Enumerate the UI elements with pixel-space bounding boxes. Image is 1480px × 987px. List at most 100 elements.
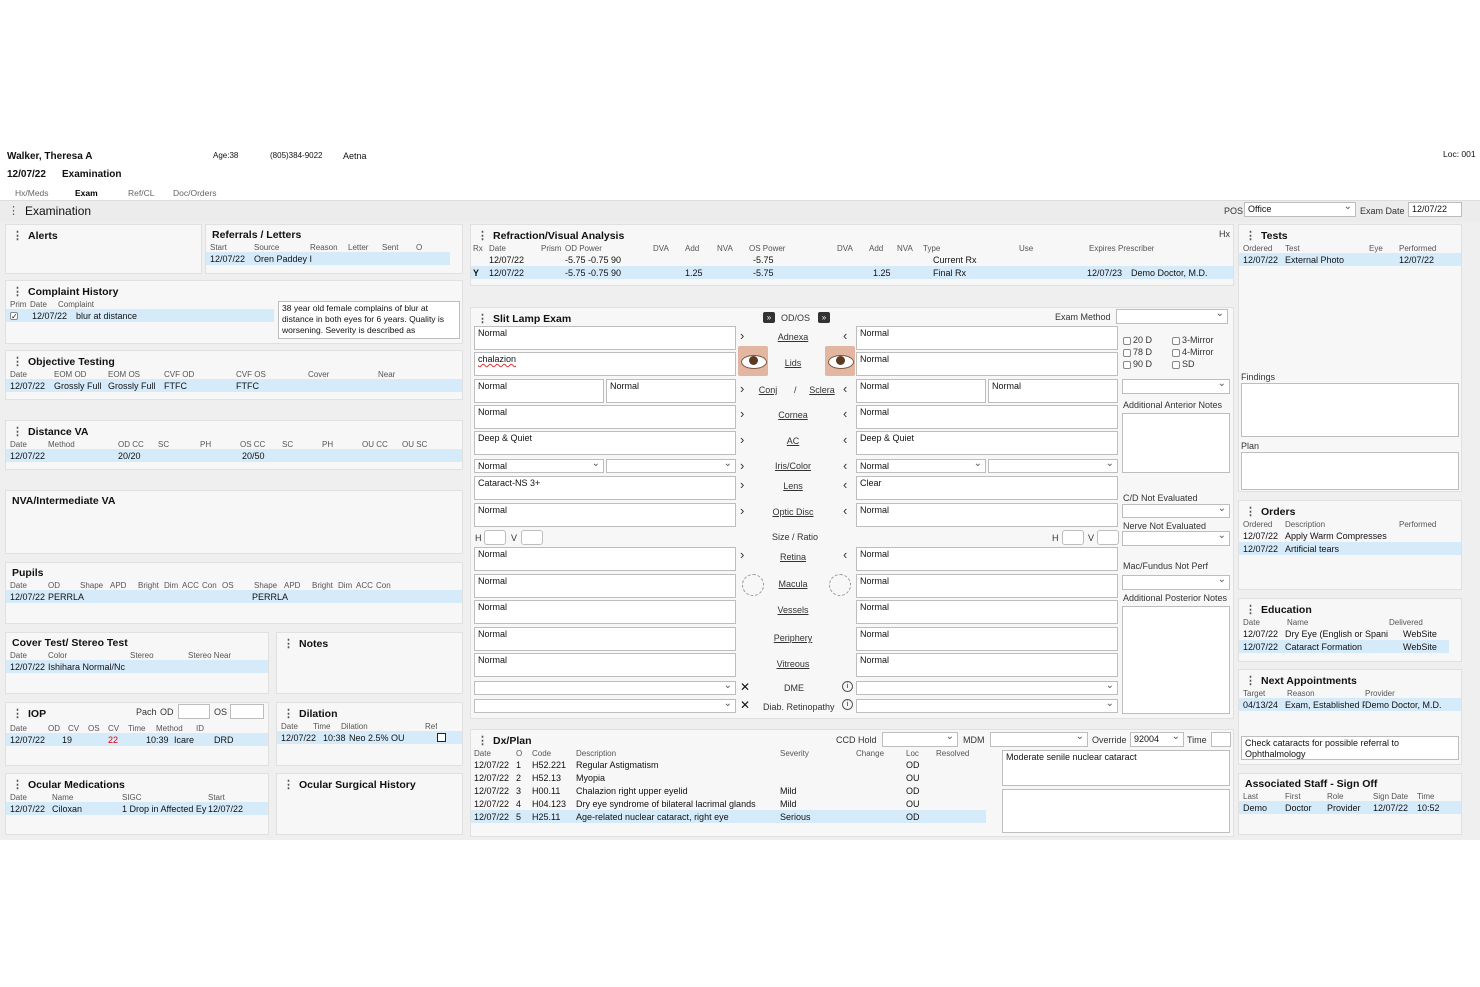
anterior-select[interactable] — [1122, 379, 1230, 394]
mac-select[interactable] — [1122, 575, 1230, 590]
hx-button[interactable]: Hx — [1219, 229, 1230, 239]
optic-disc-link[interactable]: Optic Disc — [763, 507, 823, 517]
tools-icon[interactable]: ✕ — [740, 698, 750, 712]
kebab-icon[interactable]: ⋮ — [12, 229, 23, 242]
vessels-link[interactable]: Vessels — [763, 605, 823, 615]
ccd-hold-select[interactable] — [882, 732, 958, 747]
table-row[interactable]: 12/07/22 Dry Eye (English or Spani WebSite — [1239, 627, 1449, 640]
os-color-select[interactable] — [988, 459, 1118, 473]
lens-opt-90d[interactable]: 90 D — [1123, 359, 1152, 369]
vitreous-link[interactable]: Vitreous — [763, 659, 823, 669]
checkbox[interactable] — [1123, 336, 1131, 345]
os-dme-select[interactable] — [856, 681, 1118, 695]
findings-input[interactable] — [1241, 383, 1459, 437]
kebab-icon[interactable]: ⋮ — [12, 778, 23, 791]
od-lids[interactable]: chalazion — [474, 352, 736, 376]
pos-select[interactable]: Office — [1244, 202, 1356, 217]
kebab-icon[interactable]: ⋮ — [1245, 603, 1256, 616]
table-row[interactable]: 12/07/22 PERRLA PERRLA — [6, 590, 462, 603]
dx-note[interactable]: Moderate senile nuclear cataract — [1002, 750, 1230, 786]
os-v-input[interactable] — [1097, 530, 1119, 545]
chevron-left-icon[interactable]: ‹ — [843, 458, 847, 473]
od-macula[interactable]: Normal — [474, 574, 736, 598]
table-row[interactable]: Y 12/07/22 -5.75 -0.75 90 1.25 -5.75 1.25 Fina… — [471, 266, 1233, 279]
table-row[interactable]: 12/07/22 Ishihara Normal/Nc — [6, 660, 268, 673]
kebab-icon[interactable]: ⋮ — [283, 707, 294, 720]
tab-docorders[interactable]: Doc/Orders — [173, 188, 216, 198]
table-row[interactable]: Demo Doctor Provider 12/07/22 10:52 — [1239, 801, 1461, 814]
chevron-right-icon[interactable]: › — [740, 406, 744, 421]
kebab-icon[interactable]: ⋮ — [12, 707, 23, 720]
chevron-left-icon[interactable]: ‹ — [843, 477, 847, 492]
chevron-left-icon[interactable]: ‹ — [843, 503, 847, 518]
tab-exam[interactable]: Exam — [75, 188, 98, 198]
kebab-icon[interactable]: ⋮ — [12, 285, 23, 298]
table-row[interactable]: 12/07/22 Artificial tears — [1239, 542, 1461, 555]
chevron-right-icon[interactable]: › — [740, 503, 744, 518]
os-macula[interactable]: Normal — [856, 574, 1118, 598]
od-retina[interactable]: Normal — [474, 547, 736, 571]
macula-os-icon[interactable] — [829, 574, 851, 596]
chevron-right-icon[interactable]: › — [740, 477, 744, 492]
kebab-icon[interactable]: ⋮ — [1245, 674, 1256, 687]
checkbox[interactable] — [1123, 348, 1131, 357]
exam-method-select[interactable] — [1116, 309, 1228, 324]
tab-hxmeds[interactable]: Hx/Meds — [15, 188, 49, 198]
chevron-right-icon[interactable]: › — [740, 547, 744, 562]
od-sclera[interactable]: Normal — [606, 379, 736, 403]
chevron-left-icon[interactable]: ‹ — [843, 406, 847, 421]
od-diab-select[interactable] — [474, 699, 736, 713]
os-ac[interactable]: Deep & Quiet — [856, 431, 1118, 455]
chevron-left-icon[interactable]: ‹ — [843, 547, 847, 562]
chevron-right-icon[interactable]: › — [740, 458, 744, 473]
od-color-select[interactable] — [606, 459, 736, 473]
table-row[interactable]: 12/07/22 10:38 Neo 2.5% OU — [277, 731, 462, 744]
kebab-icon[interactable]: ⋮ — [477, 734, 488, 747]
kebab-icon[interactable]: ⋮ — [477, 229, 488, 242]
table-row[interactable]: 12/07/22 -5.75 -0.75 90 -5.75 Current Rx — [471, 253, 1233, 266]
tab-refcl[interactable]: Ref/CL — [128, 188, 154, 198]
kebab-icon[interactable]: ⋮ — [8, 204, 19, 218]
od-iris-select[interactable]: Normal — [474, 459, 604, 473]
plan-input[interactable] — [1241, 452, 1459, 490]
table-row[interactable]: 12/07/22 Grossly Full Grossly Full FTFC FTFC — [6, 379, 462, 392]
kebab-icon[interactable]: ⋮ — [477, 312, 488, 325]
od-vessels[interactable]: Normal — [474, 600, 736, 624]
cd-select[interactable] — [1122, 504, 1230, 518]
os-adnexa[interactable]: Normal — [856, 326, 1118, 350]
chevron-right-icon[interactable]: › — [740, 432, 744, 447]
od-conj[interactable]: Normal — [474, 379, 604, 403]
os-optic-disc[interactable]: Normal — [856, 503, 1118, 527]
checkbox-checked[interactable]: ✓ — [10, 312, 18, 321]
kebab-icon[interactable]: ⋮ — [12, 425, 23, 438]
cornea-link[interactable]: Cornea — [763, 410, 823, 420]
override-select[interactable]: 92004 — [1130, 732, 1184, 747]
od-cornea[interactable]: Normal — [474, 405, 736, 429]
pach-od-input[interactable] — [178, 704, 210, 719]
kebab-icon[interactable]: ⋮ — [1245, 229, 1256, 242]
checkbox[interactable] — [1172, 360, 1180, 369]
os-lids[interactable]: Normal — [856, 352, 1118, 376]
add-posterior-notes[interactable] — [1122, 606, 1230, 714]
checkbox[interactable] — [1172, 336, 1180, 345]
os-vessels[interactable]: Normal — [856, 600, 1118, 624]
os-diab-select[interactable] — [856, 699, 1118, 713]
table-row[interactable]: 12/07/22 Cataract Formation WebSite — [1239, 640, 1449, 653]
checkbox[interactable] — [1123, 360, 1131, 369]
nerve-select[interactable] — [1122, 531, 1230, 546]
table-row[interactable]: 12/07/22 External Photo 12/07/22 — [1239, 253, 1461, 266]
conj-link[interactable]: Conj — [738, 385, 798, 395]
table-row[interactable]: 12/07/22 20/20 20/50 — [6, 449, 462, 462]
table-row[interactable]: 12/07/22 Ciloxan 1 Drop in Affected Ey 12/0… — [6, 802, 268, 815]
od-adnexa[interactable]: Normal — [474, 326, 736, 350]
table-row[interactable]: 12/07/22 19 22 10:39 Icare DRD — [6, 733, 268, 746]
lens-opt-4mirror[interactable]: 4-Mirror — [1172, 347, 1214, 357]
complaint-note[interactable]: 38 year old female complains of blur at … — [278, 301, 460, 339]
lens-link[interactable]: Lens — [763, 481, 823, 491]
info-icon[interactable]: i — [842, 699, 853, 710]
os-periphery[interactable]: Normal — [856, 627, 1118, 651]
add-anterior-notes[interactable] — [1122, 413, 1230, 473]
appointment-note[interactable]: Check cataracts for possible referral to… — [1241, 736, 1459, 760]
adnexa-link[interactable]: Adnexa — [763, 332, 823, 342]
info-icon[interactable]: i — [842, 681, 853, 692]
